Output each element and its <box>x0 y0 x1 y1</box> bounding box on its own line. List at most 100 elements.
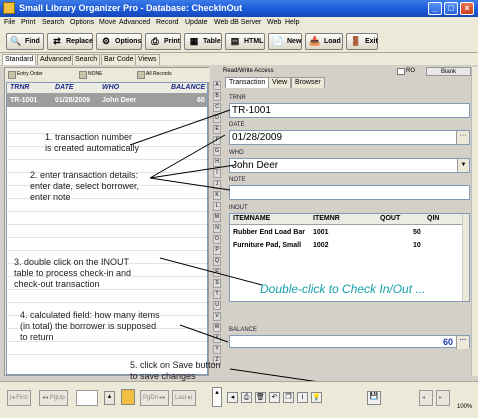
letter-y[interactable]: Y <box>213 345 221 354</box>
color-grid-icon[interactable] <box>121 389 135 405</box>
bulb-icon[interactable]: 💡 <box>311 392 322 403</box>
column-header-date[interactable]: DATE <box>55 84 74 91</box>
copy-icon[interactable]: ❐ <box>283 392 294 403</box>
letter-g[interactable]: G <box>213 147 221 156</box>
table-button[interactable]: ▦ Table <box>184 33 222 50</box>
column-header-balance[interactable]: BALANCE <box>171 84 205 91</box>
html-button[interactable]: ▤ HTML <box>225 33 265 50</box>
replace-button[interactable]: ⇄ Replace <box>47 33 93 50</box>
letter-c[interactable]: C <box>213 103 221 112</box>
menu-web[interactable]: Web <box>267 19 281 26</box>
note-field[interactable] <box>229 185 470 200</box>
letter-x[interactable]: X <box>213 334 221 343</box>
table-row[interactable]: TR-1001 01/28/2009 John Deer 60 <box>7 94 207 107</box>
spin-icon[interactable]: ▴ <box>104 391 115 405</box>
undo-icon[interactable]: ↶ <box>269 392 280 403</box>
next-record-button[interactable]: ▸ <box>436 390 450 406</box>
menu-update[interactable]: Update <box>185 19 208 26</box>
scroll-icon[interactable]: ▴ <box>212 387 222 407</box>
print-button[interactable]: ⎙ Print <box>145 33 181 50</box>
record-number-input[interactable] <box>76 390 98 406</box>
menu-search[interactable]: Search <box>42 19 64 26</box>
letter-l[interactable]: L <box>213 202 221 211</box>
date-picker-button[interactable]: ··· <box>456 131 469 144</box>
all-records-button[interactable]: All Records <box>136 69 186 81</box>
menu-options[interactable]: Options <box>70 19 94 26</box>
letter-t[interactable]: T <box>213 290 221 299</box>
tab-standard[interactable]: Standard <box>2 54 37 65</box>
letter-j[interactable]: J <box>213 180 221 189</box>
letter-p[interactable]: P <box>213 246 221 255</box>
prev-record-button[interactable]: ◂ <box>419 390 433 406</box>
letter-d[interactable]: D <box>213 114 221 123</box>
filter-icon <box>79 71 87 79</box>
options-button[interactable]: ⚙ Options <box>96 33 142 50</box>
letter-v[interactable]: V <box>213 312 221 321</box>
find-icon: 🔍 <box>10 36 22 46</box>
exit-button[interactable]: 🚪 Exit <box>346 33 378 50</box>
page-down-button[interactable]: PgDn ▸▸ <box>140 390 169 406</box>
info-icon[interactable]: i <box>297 392 308 403</box>
print-icon[interactable]: ⎙ <box>241 392 252 403</box>
balance-ellipsis-button[interactable]: ··· <box>456 336 469 349</box>
letter-r[interactable]: R <box>213 268 221 277</box>
menu-record[interactable]: Record <box>156 19 179 26</box>
letter-f[interactable]: F <box>213 136 221 145</box>
last-button[interactable]: Last ▸| <box>172 390 196 406</box>
tab-search[interactable]: Search <box>72 54 101 65</box>
tab-views[interactable]: Views <box>135 54 160 65</box>
save-button[interactable]: 💾 <box>367 391 381 405</box>
load-button[interactable]: 📥 Load <box>305 33 343 50</box>
letter-u[interactable]: U <box>213 301 221 310</box>
letter-m[interactable]: M <box>213 213 221 222</box>
letter-b[interactable]: B <box>213 92 221 101</box>
back-arrow-icon[interactable]: ◂ <box>227 392 238 403</box>
tab-view[interactable]: View <box>268 77 292 88</box>
menu-help[interactable]: Help <box>285 19 299 26</box>
letter-o[interactable]: O <box>213 235 221 244</box>
column-header-itemname[interactable]: ITEMNAME <box>233 215 270 222</box>
menu-file[interactable]: File <box>4 19 15 26</box>
inout-table[interactable]: ITEMNAME ITEMNR QOUT QIN Rubber End Load… <box>229 213 470 302</box>
maximize-button[interactable]: □ <box>444 2 458 15</box>
tab-advanced[interactable]: Advanced <box>37 54 75 65</box>
letter-s[interactable]: S <box>213 279 221 288</box>
column-header-qin[interactable]: QIN <box>427 215 439 222</box>
tab-browser[interactable]: Browser <box>291 77 325 88</box>
menu-move[interactable]: Move <box>99 19 116 26</box>
who-select[interactable]: John Deer ▼ <box>229 158 470 173</box>
letter-h[interactable]: H <box>213 158 221 167</box>
first-button[interactable]: |◂ First <box>7 390 31 406</box>
filter-none-button[interactable]: NONE <box>78 69 118 81</box>
close-button[interactable]: × <box>460 2 474 15</box>
date-field[interactable]: 01/28/2009 ··· <box>229 130 470 145</box>
letter-a[interactable]: A <box>213 81 221 90</box>
letter-e[interactable]: E <box>213 125 221 134</box>
blank-button[interactable]: Blank <box>426 67 471 76</box>
menu-print[interactable]: Print <box>21 19 35 26</box>
letter-k[interactable]: K <box>213 191 221 200</box>
read-only-checkbox[interactable] <box>397 68 405 75</box>
tab-transaction[interactable]: Transaction <box>225 77 270 88</box>
form-scrollbar[interactable] <box>471 67 478 376</box>
letter-w[interactable]: W <box>213 323 221 332</box>
menu-web-db-server[interactable]: Web dB Server <box>214 19 261 26</box>
letter-q[interactable]: Q <box>213 257 221 266</box>
tab-bar-code[interactable]: Bar Code <box>101 54 137 65</box>
letter-n[interactable]: N <box>213 224 221 233</box>
inout-scrollbar[interactable] <box>462 214 469 301</box>
trnr-field[interactable]: TR-1001 <box>229 103 470 118</box>
entry-order-button[interactable]: Entry Order <box>7 69 57 81</box>
chevron-down-icon[interactable]: ▼ <box>457 159 469 172</box>
letter-i[interactable]: I <box>213 169 221 178</box>
menu-advanced[interactable]: Advanced <box>119 19 150 26</box>
column-header-who[interactable]: WHO <box>102 84 119 91</box>
column-header-trnr[interactable]: TRNR <box>10 84 29 91</box>
delete-icon[interactable]: 🗑 <box>255 392 266 403</box>
minimize-button[interactable]: _ <box>428 2 442 15</box>
column-header-itemnr[interactable]: ITEMNR <box>313 215 340 222</box>
column-header-qout[interactable]: QOUT <box>380 215 400 222</box>
page-up-button[interactable]: ◂◂ PgUp <box>39 390 68 406</box>
find-button[interactable]: 🔍 Find <box>6 33 44 50</box>
new-button[interactable]: 📄 New <box>268 33 302 50</box>
